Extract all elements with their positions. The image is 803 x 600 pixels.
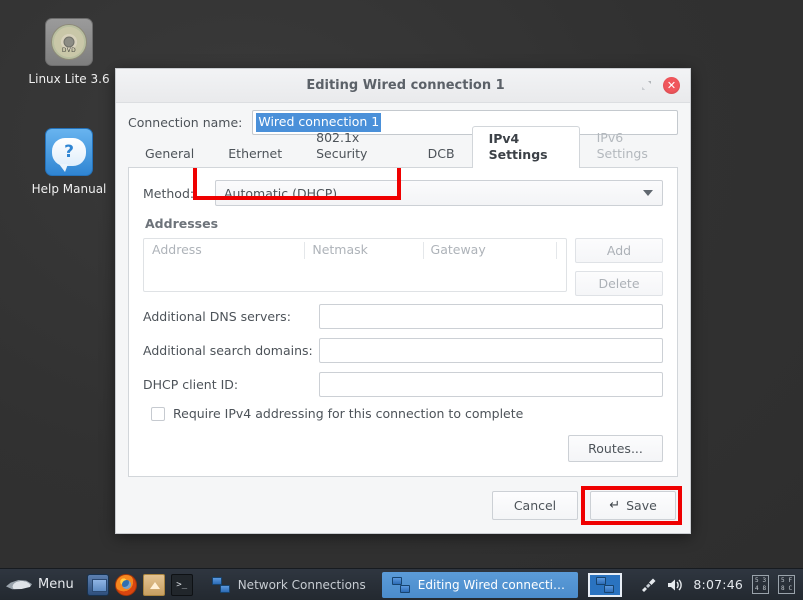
- close-icon[interactable]: ✕: [663, 77, 680, 94]
- desktop-icon-help-manual[interactable]: ? Help Manual: [14, 128, 124, 197]
- addresses-buttons: Add Delete: [575, 238, 663, 304]
- speaker-icon[interactable]: [666, 577, 684, 593]
- tab-ethernet[interactable]: Ethernet: [211, 141, 299, 167]
- dhcp-client-id-row: DHCP client ID:: [143, 372, 663, 397]
- taskbar-window-editing-wired-connection[interactable]: Editing Wired connectio...: [382, 572, 578, 598]
- network-plug-icon[interactable]: [639, 577, 657, 593]
- dialog-titlebar[interactable]: Editing Wired connection 1 ✕: [116, 69, 690, 103]
- menu-button[interactable]: Menu: [0, 569, 84, 600]
- question-bubble-icon: ?: [45, 128, 93, 176]
- taskbar-window-network-connections[interactable]: Network Connections: [202, 572, 376, 598]
- require-ipv4-row: Require IPv4 addressing for this connect…: [151, 406, 663, 421]
- save-button[interactable]: ↵ Save: [590, 491, 676, 520]
- dns-servers-label: Additional DNS servers:: [143, 309, 319, 324]
- column-header-netmask: Netmask: [304, 239, 422, 262]
- dhcp-client-id-label: DHCP client ID:: [143, 377, 319, 392]
- unknown-glyph-icon-2[interactable]: 5F8C: [778, 575, 795, 594]
- chevron-down-icon: [643, 190, 653, 196]
- connection-name-label: Connection name:: [128, 115, 242, 130]
- dns-servers-input[interactable]: [319, 304, 663, 329]
- dhcp-client-id-input[interactable]: [319, 372, 663, 397]
- taskbar-window-label: Editing Wired connectio...: [418, 578, 568, 592]
- network-connections-icon: [212, 577, 230, 593]
- desktop-icon-label: Linux Lite 3.6: [14, 72, 124, 87]
- dialog-footer: Cancel ↵ Save: [116, 477, 690, 533]
- desktop-icon-linux-lite[interactable]: Linux Lite 3.6: [14, 18, 124, 87]
- column-header-gateway: Gateway: [423, 239, 556, 262]
- taskbar-window-label: Network Connections: [238, 578, 366, 592]
- desktop: Linux Lite 3.6 ? Help Manual Editing Wir…: [0, 0, 803, 568]
- addresses-heading: Addresses: [145, 216, 663, 231]
- search-domains-label: Additional search domains:: [143, 343, 319, 358]
- ipv4-settings-panel: Method: Automatic (DHCP) Addresses Addre…: [128, 167, 678, 477]
- cancel-button[interactable]: Cancel: [492, 491, 578, 520]
- firefox-icon[interactable]: [115, 574, 137, 596]
- routes-button[interactable]: Routes...: [568, 435, 663, 462]
- settings-tabs: General Ethernet 802.1x Security DCB IPv…: [116, 141, 690, 167]
- tab-dcb[interactable]: DCB: [411, 141, 472, 167]
- addresses-block: Address Netmask Gateway Add Delete: [143, 238, 663, 304]
- workspace-pager[interactable]: [588, 573, 622, 597]
- delete-address-button[interactable]: Delete: [575, 271, 663, 296]
- column-header-spacer: [556, 239, 566, 262]
- file-manager-icon[interactable]: [143, 574, 165, 596]
- system-tray: 8:07:46 5348 5F8C: [639, 575, 803, 594]
- tab-ipv4-settings[interactable]: IPv4 Settings: [472, 126, 580, 168]
- method-label: Method:: [143, 186, 215, 201]
- method-dropdown[interactable]: Automatic (DHCP): [215, 180, 663, 206]
- terminal-icon[interactable]: >_: [171, 574, 193, 596]
- save-button-label: Save: [626, 498, 657, 513]
- tab-8021x-security[interactable]: 802.1x Security: [299, 125, 411, 167]
- return-arrow-icon: ↵: [609, 498, 620, 513]
- require-ipv4-label: Require IPv4 addressing for this connect…: [173, 406, 523, 421]
- search-domains-row: Additional search domains:: [143, 338, 663, 363]
- addresses-table-header: Address Netmask Gateway: [144, 239, 566, 262]
- display-settings-icon[interactable]: [87, 574, 109, 596]
- dvd-disc-icon: [45, 18, 93, 66]
- method-row: Method: Automatic (DHCP): [143, 180, 663, 206]
- search-domains-input[interactable]: [319, 338, 663, 363]
- clock[interactable]: 8:07:46: [693, 577, 743, 592]
- method-value: Automatic (DHCP): [224, 186, 337, 201]
- column-header-address: Address: [144, 239, 304, 262]
- dns-servers-row: Additional DNS servers:: [143, 304, 663, 329]
- add-address-button[interactable]: Add: [575, 238, 663, 263]
- maximize-icon[interactable]: [635, 75, 657, 97]
- dialog-title: Editing Wired connection 1: [116, 78, 635, 93]
- desktop-icon-label: Help Manual: [14, 182, 124, 197]
- require-ipv4-checkbox[interactable]: [151, 407, 165, 421]
- addresses-table[interactable]: Address Netmask Gateway: [143, 238, 567, 292]
- unknown-glyph-icon-1[interactable]: 5348: [752, 575, 769, 594]
- editing-connection-dialog: Editing Wired connection 1 ✕ Connection …: [115, 68, 691, 534]
- linux-lite-logo-icon: [6, 577, 32, 593]
- network-connections-icon: [392, 577, 410, 593]
- taskbar: Menu >_ Network Connections Editing Wire…: [0, 568, 803, 600]
- tab-ipv6-settings: IPv6 Settings: [580, 125, 678, 167]
- pager-window-icon: [596, 577, 614, 593]
- routes-row: Routes...: [143, 435, 663, 462]
- menu-button-label: Menu: [38, 577, 74, 592]
- tab-general[interactable]: General: [128, 141, 211, 167]
